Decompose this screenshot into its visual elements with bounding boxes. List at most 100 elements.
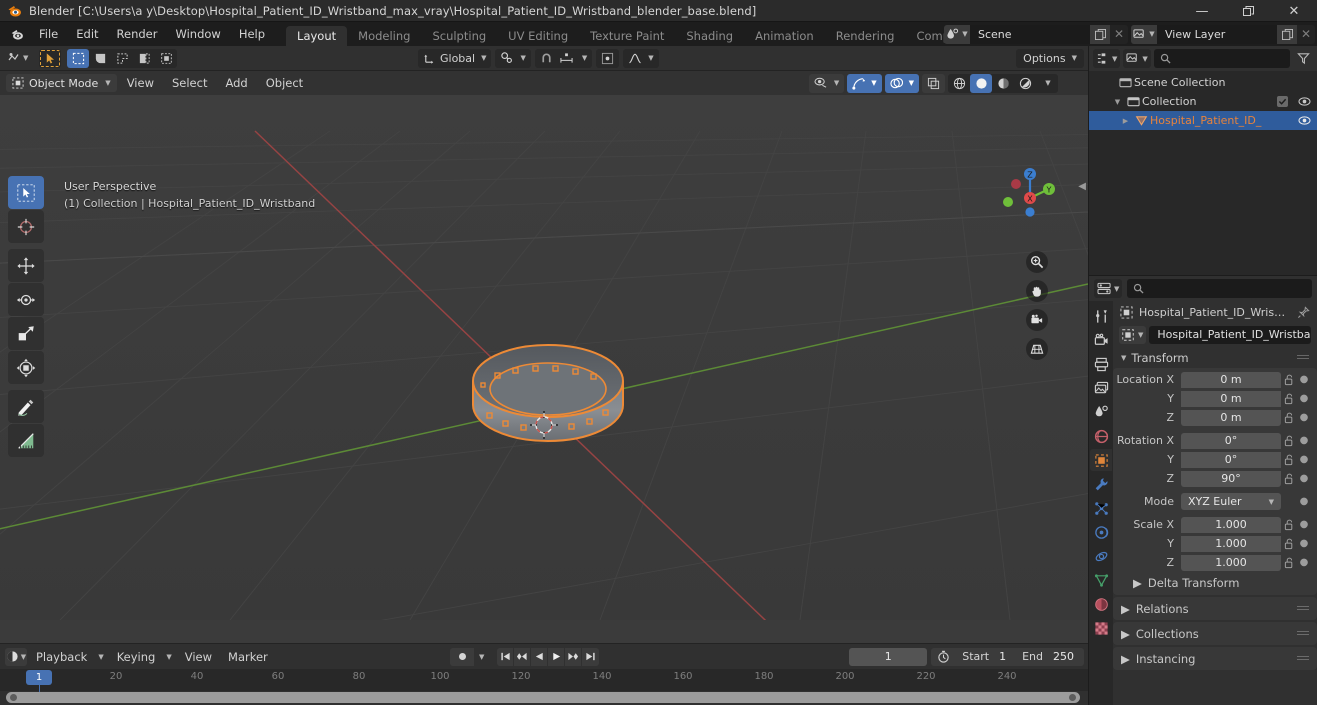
- animate-dot-icon[interactable]: ●: [1297, 538, 1311, 549]
- animate-dot-icon[interactable]: ●: [1297, 519, 1311, 530]
- location-y-field[interactable]: 0 m: [1181, 390, 1281, 407]
- wireframe-shading-button[interactable]: [948, 74, 970, 93]
- location-z-field[interactable]: 0 m: [1181, 409, 1281, 426]
- next-keyframe-button[interactable]: [565, 647, 583, 666]
- properties-editor-type-button[interactable]: ▼: [1094, 279, 1123, 298]
- camera-view-icon[interactable]: [1026, 309, 1048, 331]
- timeline-menu-view[interactable]: View: [178, 648, 219, 666]
- rotate-tool-button[interactable]: [8, 283, 44, 316]
- view-layer-name[interactable]: View Layer: [1157, 24, 1277, 44]
- world-tab[interactable]: [1090, 425, 1112, 447]
- disclosure-triangle-icon[interactable]: ▼: [1111, 98, 1124, 106]
- cursor-select-button[interactable]: [39, 49, 61, 68]
- scene-name[interactable]: Scene: [970, 24, 1090, 44]
- timeline-menu-marker[interactable]: Marker: [221, 648, 275, 666]
- outliner-search-input[interactable]: [1153, 49, 1290, 68]
- proportional-edit-toggle[interactable]: [596, 48, 620, 68]
- render-tab[interactable]: [1090, 329, 1112, 351]
- tab-animation[interactable]: Animation: [744, 26, 825, 46]
- end-frame-value[interactable]: 250: [1049, 650, 1084, 663]
- lock-icon[interactable]: [1281, 374, 1297, 386]
- animate-dot-icon[interactable]: ●: [1297, 435, 1311, 446]
- physics-tab[interactable]: [1090, 521, 1112, 543]
- outliner-filter-icon[interactable]: [1293, 49, 1313, 68]
- tab-sculpting[interactable]: Sculpting: [421, 26, 497, 46]
- visibility-dropdown[interactable]: ▼: [808, 73, 845, 93]
- scene-tab[interactable]: [1090, 401, 1112, 423]
- outliner-editor-type-button[interactable]: ▼: [1093, 49, 1121, 68]
- move-tool-button[interactable]: [8, 249, 44, 282]
- measure-tool-button[interactable]: [8, 424, 44, 457]
- snap-controls[interactable]: ▼: [534, 48, 593, 68]
- scale-y-field[interactable]: 1.000: [1181, 535, 1281, 552]
- disclosure-triangle-icon[interactable]: ▶: [1119, 117, 1132, 125]
- material-preview-button[interactable]: [992, 74, 1014, 93]
- tab-shading[interactable]: Shading: [675, 26, 744, 46]
- zoom-icon[interactable]: [1026, 251, 1048, 273]
- sidebar-collapse-arrow-icon[interactable]: ◀: [1078, 181, 1086, 192]
- animate-dot-icon[interactable]: ●: [1297, 473, 1311, 484]
- menu-window[interactable]: Window: [166, 22, 229, 46]
- eye-icon[interactable]: [1298, 115, 1311, 126]
- timeline-ruler[interactable]: 20 40 60 80 100 120 140 160 180 200 220 …: [0, 669, 1088, 699]
- timeline-menu-playback[interactable]: Playback: [29, 648, 94, 666]
- start-frame-value[interactable]: 1: [995, 650, 1016, 663]
- particles-tab[interactable]: [1090, 497, 1112, 519]
- lock-icon[interactable]: [1281, 538, 1297, 550]
- snap-magnet-icon[interactable]: [540, 52, 553, 65]
- tool-tab[interactable]: [1090, 305, 1112, 327]
- new-scene-button[interactable]: [1090, 24, 1110, 44]
- lock-icon[interactable]: [1281, 435, 1297, 447]
- constraints-tab[interactable]: [1090, 545, 1112, 567]
- relations-panel[interactable]: ▶ Relations: [1113, 597, 1317, 620]
- animate-dot-icon[interactable]: ●: [1297, 557, 1311, 568]
- object-datablock-icon[interactable]: ▼: [1119, 326, 1147, 344]
- location-x-field[interactable]: 0 m: [1181, 371, 1281, 388]
- object-data-tab[interactable]: [1090, 569, 1112, 591]
- pin-icon[interactable]: [1297, 305, 1310, 319]
- tab-uv-editing[interactable]: UV Editing: [497, 26, 579, 46]
- current-frame-field[interactable]: 1: [849, 647, 928, 666]
- output-tab[interactable]: [1090, 353, 1112, 375]
- transform-tool-button[interactable]: [8, 351, 44, 384]
- shading-dropdown[interactable]: ▼: [1036, 74, 1058, 93]
- object-name-field[interactable]: Hospital_Patient_ID_Wristba…: [1149, 326, 1311, 344]
- viewport-menu-add[interactable]: Add: [217, 74, 255, 92]
- tab-layout[interactable]: Layout: [286, 26, 348, 46]
- scale-x-field[interactable]: 1.000: [1181, 516, 1281, 533]
- previous-keyframe-button[interactable]: [514, 647, 532, 666]
- annotate-tool-button[interactable]: [8, 390, 44, 423]
- transform-panel-header[interactable]: ▼ Transform: [1113, 347, 1317, 368]
- jump-to-start-button[interactable]: [497, 647, 515, 666]
- pivot-point-dropdown[interactable]: ▼: [495, 48, 531, 68]
- select-circle-button[interactable]: [89, 49, 111, 68]
- select-extend-button[interactable]: [133, 49, 155, 68]
- proportional-falloff-dropdown[interactable]: ▼: [623, 48, 659, 68]
- material-tab[interactable]: [1090, 593, 1112, 615]
- collections-panel[interactable]: ▶ Collections: [1113, 622, 1317, 645]
- animate-dot-icon[interactable]: ●: [1297, 412, 1311, 423]
- view-layer-selector[interactable]: ▼ View Layer ✕: [1131, 24, 1315, 44]
- snap-increment-icon[interactable]: [559, 52, 574, 65]
- texture-tab[interactable]: [1090, 617, 1112, 639]
- wristband-3d-object[interactable]: [455, 343, 640, 468]
- animate-dot-icon[interactable]: ●: [1297, 454, 1311, 465]
- scene-selector[interactable]: ▼ Scene ✕: [944, 24, 1128, 44]
- timeline-scrollbar[interactable]: [6, 692, 1080, 703]
- collection-checkbox[interactable]: [1277, 96, 1288, 107]
- viewport-menu-object[interactable]: Object: [258, 74, 311, 92]
- minimize-button[interactable]: —: [1179, 0, 1225, 22]
- menu-help[interactable]: Help: [230, 22, 274, 46]
- jump-to-end-button[interactable]: [582, 648, 599, 666]
- close-button[interactable]: ✕: [1271, 0, 1317, 22]
- viewport-menu-select[interactable]: Select: [164, 74, 215, 92]
- outliner-row-hospital-patient-id[interactable]: ▶ Hospital_Patient_ID_: [1089, 111, 1317, 130]
- scroll-right-knob[interactable]: [1069, 694, 1076, 701]
- delta-transform-subpanel[interactable]: ▶ Delta Transform: [1113, 572, 1317, 593]
- animate-dot-icon[interactable]: ●: [1297, 374, 1311, 385]
- playhead-handle[interactable]: 1: [26, 670, 52, 685]
- play-reverse-button[interactable]: [531, 647, 549, 666]
- select-subtract-button[interactable]: [155, 49, 177, 68]
- rendered-shading-button[interactable]: [1014, 74, 1036, 93]
- rotation-x-field[interactable]: 0°: [1181, 432, 1281, 449]
